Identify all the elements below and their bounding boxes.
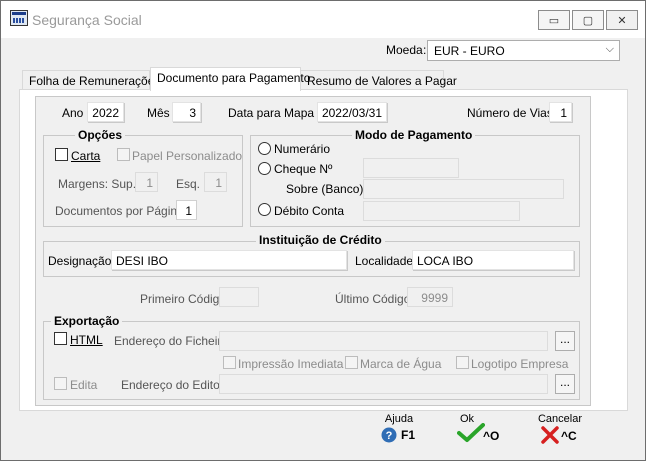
data-mapa-label: Data para Mapa	[228, 106, 315, 120]
impressao-imediata-checkbox[interactable]	[223, 356, 236, 369]
carta-label: Carta	[71, 149, 101, 163]
close-icon: ✕	[617, 14, 627, 27]
modo-pagamento-title: Modo de Pagamento	[352, 128, 476, 142]
cheque-numero-field[interactable]	[363, 158, 459, 178]
ultimo-codigo-field[interactable]: 9999	[407, 287, 453, 307]
sobre-banco-label: Sobre (Banco)	[286, 182, 364, 196]
numerario-label: Numerário	[274, 142, 331, 156]
maximize-button[interactable]: ▢	[572, 10, 604, 30]
numero-vias-label: Número de Vias	[467, 106, 553, 120]
chevron-down-icon: ⌵	[605, 43, 614, 55]
checkmark-icon	[457, 423, 485, 442]
logotipo-empresa-checkbox[interactable]	[456, 356, 469, 369]
ok-button[interactable]: Ok ^O	[453, 411, 503, 445]
esq-label: Esq.	[176, 177, 201, 191]
app-icon	[10, 10, 28, 26]
help-icon: ?	[381, 427, 397, 443]
title-bar[interactable]: Segurança Social ▭ ▢ ✕	[1, 1, 645, 38]
browse-editor-button[interactable]: ...	[555, 374, 575, 394]
ajuda-button[interactable]: Ajuda ? F1	[377, 411, 425, 445]
main-window: Segurança Social ▭ ▢ ✕ Moeda : EUR - EUR…	[0, 0, 646, 461]
marca-agua-checkbox[interactable]	[345, 356, 358, 369]
tab-label: Resumo de Valores a Pagar	[307, 74, 457, 88]
mes-field[interactable]: 3	[172, 102, 201, 122]
papel-personalizado-label: Papel Personalizado	[132, 149, 243, 163]
localidade-label: Localidade	[355, 254, 414, 268]
sobre-banco-field[interactable]	[363, 179, 564, 199]
ajuda-shortcut: F1	[401, 428, 416, 442]
ano-field[interactable]: 2022	[87, 102, 124, 122]
localidade-field[interactable]: LOCA IBO	[412, 250, 574, 270]
numero-vias-field[interactable]: 1	[549, 102, 572, 122]
logotipo-empresa-label: Logotipo Empresa	[471, 357, 569, 371]
currency-colon: :	[423, 43, 427, 57]
debito-conta-field[interactable]	[363, 201, 520, 221]
designacao-field[interactable]: DESI IBO	[111, 250, 347, 270]
debito-conta-radio[interactable]	[258, 203, 271, 216]
ano-label: Ano	[62, 106, 84, 120]
cheque-label: Cheque Nº	[274, 162, 333, 176]
documentos-pagina-field[interactable]: 1	[176, 200, 197, 220]
tab-label: Documento para Pagamento	[157, 71, 311, 85]
carta-checkbox[interactable]	[55, 148, 68, 161]
impressao-imediata-label: Impressão Imediata	[238, 357, 344, 371]
primeiro-codigo-label: Primeiro Código	[140, 292, 227, 306]
currency-select[interactable]: EUR - EURO ⌵	[427, 40, 620, 61]
instituicao-title: Instituição de Crédito	[256, 233, 385, 247]
endereco-editor-field[interactable]	[219, 374, 548, 394]
edita-label: Edita	[70, 378, 98, 392]
minimize-icon: ▭	[548, 14, 560, 27]
cheque-radio[interactable]	[258, 162, 271, 175]
endereco-ficheiro-label: Endereço do Ficheiro	[114, 334, 229, 348]
primeiro-codigo-field[interactable]	[219, 287, 259, 307]
cancel-x-icon	[541, 426, 559, 444]
numerario-radio[interactable]	[258, 142, 271, 155]
tab-folha-remuneracoes[interactable]: Folha de Remunerações	[22, 70, 160, 90]
esq-field[interactable]: 1	[204, 172, 227, 192]
endereco-editor-label: Endereço do Editor	[121, 378, 224, 392]
currency-label: Moeda	[386, 43, 423, 57]
margens-sup-label: Margens: Sup.	[58, 177, 137, 191]
tab-resumo-valores[interactable]: Resumo de Valores a Pagar	[300, 70, 457, 90]
browse-ficheiro-button[interactable]: ...	[555, 331, 575, 351]
html-checkbox[interactable]	[54, 332, 67, 345]
window-title: Segurança Social	[32, 12, 142, 28]
html-label: HTML	[70, 333, 103, 347]
ok-shortcut: ^O	[483, 429, 500, 443]
close-button[interactable]: ✕	[606, 10, 638, 30]
minimize-button[interactable]: ▭	[538, 10, 570, 30]
exportacao-title: Exportação	[51, 314, 123, 328]
cancelar-button[interactable]: Cancelar ^C	[535, 411, 589, 445]
opcoes-title: Opções	[75, 128, 126, 142]
designacao-label: Designação	[48, 254, 112, 268]
endereco-ficheiro-field[interactable]	[219, 331, 548, 351]
tab-documento-pagamento[interactable]: Documento para Pagamento	[150, 67, 310, 91]
ultimo-codigo-label: Último Código	[335, 292, 411, 306]
cancelar-label: Cancelar	[537, 413, 583, 425]
documentos-pagina-label: Documentos por Página	[55, 204, 184, 218]
cancelar-shortcut: ^C	[561, 429, 577, 443]
margens-sup-field[interactable]: 1	[135, 172, 158, 192]
data-mapa-field[interactable]: 2022/03/31	[317, 102, 387, 122]
svg-text:?: ?	[386, 430, 393, 442]
debito-conta-label: Débito Conta	[274, 204, 345, 218]
edita-checkbox[interactable]	[54, 377, 67, 390]
mes-label: Mês	[147, 106, 170, 120]
ajuda-label: Ajuda	[384, 413, 414, 425]
papel-personalizado-checkbox[interactable]	[117, 148, 130, 161]
maximize-icon: ▢	[582, 14, 594, 27]
currency-value: EUR - EURO	[434, 44, 505, 58]
tab-label: Folha de Remunerações	[29, 74, 161, 88]
marca-agua-label: Marca de Água	[360, 357, 442, 371]
